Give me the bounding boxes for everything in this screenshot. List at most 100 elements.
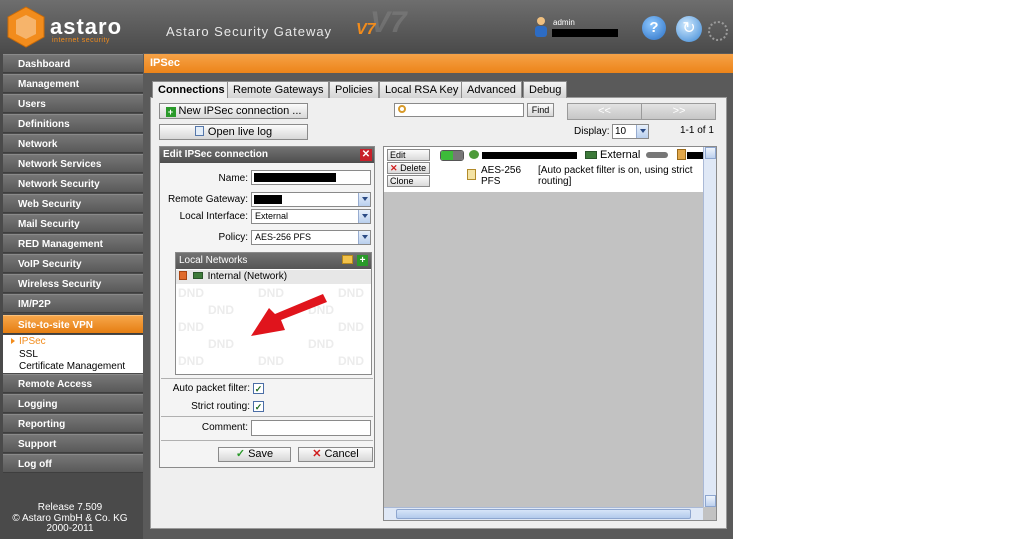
close-icon[interactable]: ✕ [360, 149, 372, 161]
pager: << >> [567, 103, 716, 120]
sidebar-item-red-management[interactable]: RED Management [3, 234, 143, 253]
sidebar-item-im-p2p[interactable]: IM/P2P [3, 294, 143, 313]
user-icon [535, 17, 547, 37]
tab-local-rsa-key[interactable]: Local RSA Key [379, 81, 465, 98]
auto-packet-filter-checkbox[interactable]: ✓ [253, 383, 264, 394]
sidebar-item-network-security[interactable]: Network Security [3, 174, 143, 193]
add-icon: + [165, 107, 176, 117]
search-input[interactable] [394, 103, 524, 117]
redacted-remote-network [687, 152, 704, 159]
sidebar-item-voip-security[interactable]: VoIP Security [3, 254, 143, 273]
connection-interface: External [600, 149, 641, 161]
policy-value: AES-256 PFS [255, 232, 312, 242]
sidebar-item-support[interactable]: Support [3, 434, 143, 453]
cancel-button[interactable]: ✕ Cancel [298, 447, 373, 462]
edit-panel-title-text: Edit IPSec connection [163, 149, 269, 160]
new-ipsec-connection-label: New IPSec connection ... [178, 105, 302, 117]
subnav-item-ssl[interactable]: SSL [19, 349, 38, 360]
policy-icon [467, 169, 476, 180]
product-title: Astaro Security Gateway [166, 24, 333, 39]
remote-gateway-label: Remote Gateway: [167, 194, 248, 205]
horizontal-scrollbar[interactable] [384, 507, 703, 520]
user-label: admin [553, 18, 575, 27]
sidebar-item-web-security[interactable]: Web Security [3, 194, 143, 213]
sidebar-item-log-off[interactable]: Log off [3, 454, 143, 473]
page-title: IPSec [144, 54, 733, 73]
status-toggle[interactable] [440, 150, 464, 161]
edit-panel-title: Edit IPSec connection ✕ [160, 147, 374, 163]
strict-routing-checkbox[interactable]: ✓ [253, 401, 264, 412]
dnd-watermark: DND [208, 337, 234, 351]
comment-field[interactable] [251, 420, 371, 436]
auto-packet-filter-label: Auto packet filter: [172, 383, 250, 394]
help-icon[interactable]: ? [642, 16, 666, 40]
tab-policies[interactable]: Policies [329, 81, 379, 98]
divider [161, 378, 373, 379]
local-interface-select[interactable]: External [251, 209, 371, 224]
sidebar-item-users[interactable]: Users [3, 94, 143, 113]
find-button[interactable]: Find [527, 103, 554, 117]
add-icon[interactable]: + [357, 255, 368, 266]
tunnel-link-icon [646, 152, 668, 158]
clone-button[interactable]: Clone [387, 175, 430, 187]
sidebar-item-remote-access[interactable]: Remote Access [3, 374, 143, 393]
tab-remote-gateways[interactable]: Remote Gateways [227, 81, 330, 98]
search-icon [398, 105, 406, 113]
new-ipsec-connection-button[interactable]: + New IPSec connection ... [159, 103, 308, 119]
display-count-select[interactable]: 10 [612, 124, 649, 139]
connections-list [383, 146, 717, 521]
sidebar-item-network-services[interactable]: Network Services [3, 154, 143, 173]
sidebar-item-dashboard[interactable]: Dashboard [3, 54, 143, 73]
scroll-down-icon[interactable] [705, 495, 716, 507]
open-live-log-button[interactable]: Open live log [159, 124, 308, 140]
local-networks-title: Local Networks [179, 255, 248, 266]
chevron-down-icon [358, 210, 370, 223]
connection-policy: AES-256 PFS [481, 165, 522, 187]
name-label: Name: [218, 173, 248, 184]
open-live-log-label: Open live log [207, 126, 273, 138]
delete-button[interactable]: ✕ Delete [387, 162, 430, 174]
policy-select[interactable]: AES-256 PFS [251, 230, 371, 245]
save-button[interactable]: ✓ Save [218, 447, 291, 462]
edit-label: Edit [390, 150, 406, 160]
table-row[interactable]: Edit ✕ Delete Clone External AES-256 PFS… [384, 147, 704, 192]
sidebar-item-wireless-security[interactable]: Wireless Security [3, 274, 143, 293]
save-label: Save [248, 448, 274, 460]
tab-debug[interactable]: Debug [523, 81, 568, 98]
sidebar-subnav: IPSec SSL Certificate Management [3, 335, 143, 373]
pager-next-button[interactable]: >> [643, 104, 715, 119]
tab-connections[interactable]: Connections [152, 81, 231, 98]
sidebar-item-definitions[interactable]: Definitions [3, 114, 143, 133]
subnav-item-certificate-management[interactable]: Certificate Management [19, 361, 125, 372]
scroll-up-icon[interactable] [705, 147, 716, 159]
name-field[interactable] [251, 170, 371, 185]
sidebar-item-reporting[interactable]: Reporting [3, 414, 143, 433]
cancel-icon: ✕ [312, 448, 322, 460]
tab-advanced[interactable]: Advanced [461, 81, 522, 98]
folder-icon[interactable] [342, 255, 353, 264]
dnd-watermark: DND [338, 320, 364, 334]
release-version: Release 7.509 [37, 502, 103, 513]
redacted-remote-gateway [254, 195, 282, 204]
pager-prev-button[interactable]: << [568, 104, 642, 119]
remote-gateway-select[interactable] [251, 192, 371, 207]
list-item[interactable]: Internal (Network) [176, 270, 371, 284]
edit-button[interactable]: Edit [387, 149, 430, 161]
sidebar-item-site-to-site-vpn[interactable]: Site-to-site VPN [3, 315, 143, 334]
refresh-icon[interactable]: ↻ [676, 16, 702, 42]
sidebar-item-logging[interactable]: Logging [3, 394, 143, 413]
remote-gateway-icon [469, 150, 479, 159]
sidebar-item-management[interactable]: Management [3, 74, 143, 93]
policy-label: Policy: [218, 232, 248, 243]
connection-note: [Auto packet filter is on, using strict … [538, 165, 693, 187]
app-window: astaro internet security Astaro Security… [0, 0, 733, 539]
subnav-item-ipsec[interactable]: IPSec [19, 336, 46, 347]
display-count-value: 10 [615, 126, 627, 137]
sidebar-item-mail-security[interactable]: Mail Security [3, 214, 143, 233]
vertical-scrollbar[interactable] [703, 147, 716, 507]
chevron-down-icon [358, 231, 370, 244]
sidebar-item-network[interactable]: Network [3, 134, 143, 153]
scroll-thumb[interactable] [396, 509, 691, 519]
checkmark-icon: ✓ [235, 448, 246, 460]
trash-icon[interactable] [179, 271, 187, 280]
